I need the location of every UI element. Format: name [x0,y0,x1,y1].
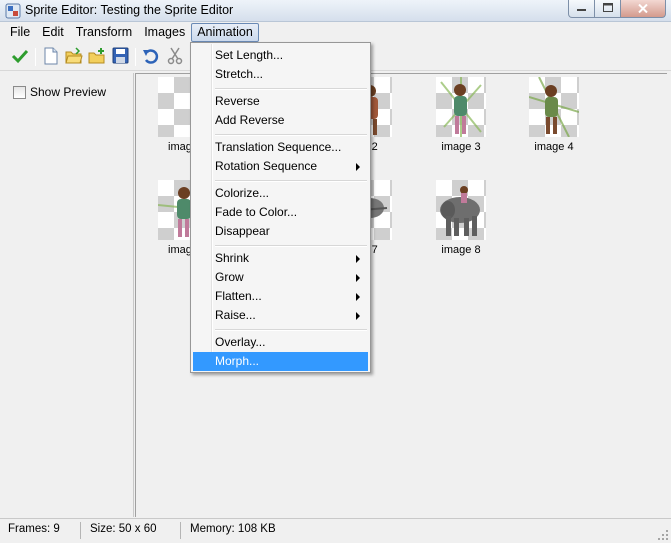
minimize-icon [577,3,586,15]
add-folder-button[interactable] [88,47,106,68]
title-bar[interactable]: Sprite Editor: Testing the Sprite Editor [0,0,671,22]
cut-scissors-icon [167,47,183,68]
open-folder-icon [65,46,83,68]
status-bar: Frames: 9 Size: 50 x 60 Memory: 108 KB [0,518,671,543]
menu-file[interactable]: File [4,23,36,42]
menu-separator [215,329,367,331]
menu-item-label: Reverse [215,94,260,108]
menu-separator [215,88,367,90]
sprite-thumbnail [529,77,579,137]
app-icon [5,3,21,19]
status-divider [180,522,181,539]
sprite-caption: image 4 [534,141,574,153]
toolbar-separator [135,48,136,66]
submenu-arrow-icon [356,312,360,320]
maximize-icon [602,2,613,15]
status-frames: Frames: 9 [8,523,60,535]
close-icon [638,2,648,16]
menu-item-disappear[interactable]: Disappear [193,222,368,241]
show-preview-checkbox[interactable] [13,85,26,99]
menu-item-stretch[interactable]: Stretch... [193,65,368,84]
save-button[interactable] [111,47,129,67]
menu-item-label: Raise... [215,308,256,322]
submenu-arrow-icon [356,163,360,171]
submenu-arrow-icon [356,293,360,301]
menu-item-label: Fade to Color... [215,205,298,219]
menu-separator [215,180,367,182]
sprite-thumbnail [436,77,486,137]
menu-item-translation-sequence[interactable]: Translation Sequence... [193,138,368,157]
sprite-caption: image 3 [441,141,481,153]
left-panel: Show Preview [3,73,134,517]
menu-item-shrink[interactable]: Shrink [193,249,368,268]
cut-button[interactable] [166,47,184,68]
menu-item-rotation-sequence[interactable]: Rotation Sequence [193,157,368,176]
ok-button[interactable] [11,48,29,66]
menu-item-flatten[interactable]: Flatten... [193,287,368,306]
maximize-button[interactable] [595,0,621,18]
menu-item-raise[interactable]: Raise... [193,306,368,325]
open-button[interactable] [65,46,83,68]
toolbar-separator [35,48,36,66]
menu-animation[interactable]: Animation [191,23,259,42]
menu-item-label: Translation Sequence... [215,140,342,154]
animation-menu: Set Length... Stretch... Reverse Add Rev… [190,42,371,373]
menu-item-reverse[interactable]: Reverse [193,92,368,111]
menu-transform[interactable]: Transform [70,23,139,42]
menu-item-set-length[interactable]: Set Length... [193,46,368,65]
menu-bar: File Edit Transform Images Animation [0,22,671,43]
window-title: Sprite Editor: Testing the Sprite Editor [25,3,234,17]
new-button[interactable] [42,47,60,68]
menu-item-label: Colorize... [215,186,270,200]
menu-item-label: Grow [215,270,244,284]
menu-item-label: Add Reverse [215,113,285,127]
menu-separator [215,134,367,136]
menu-item-label: Shrink [215,251,250,265]
menu-item-label: Rotation Sequence [215,159,318,173]
save-disk-icon [112,47,129,67]
minimize-button[interactable] [568,0,595,18]
undo-button[interactable] [142,48,160,66]
submenu-arrow-icon [356,255,360,263]
window-controls [568,0,666,18]
menu-item-colorize[interactable]: Colorize... [193,184,368,203]
menu-item-label: Disappear [215,224,270,238]
menu-item-overlay[interactable]: Overlay... [193,333,368,352]
menu-edit[interactable]: Edit [36,23,70,42]
submenu-arrow-icon [356,274,360,282]
ok-check-icon [11,47,29,68]
new-document-icon [43,47,59,68]
menu-item-label: Set Length... [215,48,284,62]
status-memory: Memory: 108 KB [190,523,276,535]
menu-images[interactable]: Images [138,23,191,42]
menu-item-grow[interactable]: Grow [193,268,368,287]
sprite-editor-window: Sprite Editor: Testing the Sprite Editor… [0,0,671,543]
menu-separator [215,245,367,247]
menu-item-add-reverse[interactable]: Add Reverse [193,111,368,130]
sprite-caption: image 8 [441,244,481,256]
menu-item-label: Stretch... [215,67,264,81]
resize-grip-icon[interactable] [657,529,669,541]
menu-item-label: Overlay... [215,335,266,349]
status-size: Size: 50 x 60 [90,523,157,535]
show-preview-row[interactable]: Show Preview [13,85,106,99]
menu-item-fade-to-color[interactable]: Fade to Color... [193,203,368,222]
sprite-thumbnail [436,180,486,240]
menu-item-label: Flatten... [215,289,262,303]
add-folder-icon [88,47,106,68]
show-preview-label: Show Preview [30,85,107,99]
status-divider [80,522,81,539]
undo-icon [142,47,160,68]
close-button[interactable] [621,0,666,18]
menu-item-label: Morph... [215,354,260,368]
menu-item-morph[interactable]: Morph... [193,352,368,371]
